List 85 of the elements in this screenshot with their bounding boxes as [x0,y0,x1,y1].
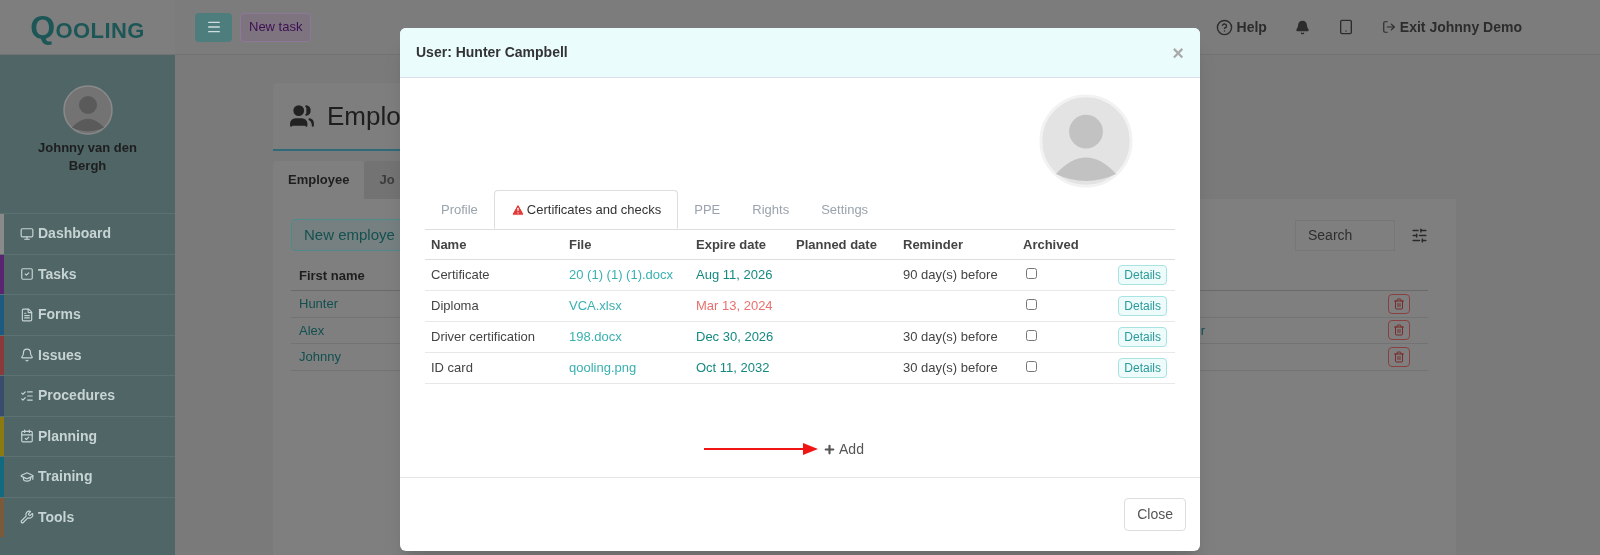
sidebar-item[interactable]: Tasks [0,253,175,294]
file-link[interactable]: VCA.xlsx [569,297,622,313]
close-dialog-button[interactable]: Close [1124,498,1186,531]
table-cell: Certificate [431,266,490,282]
column-header: Expire date [696,236,767,252]
dialog-tab[interactable]: PPE [678,190,737,229]
avatar-icon [62,85,113,135]
delete-button[interactable] [1388,346,1410,367]
archived-checkbox[interactable] [1026,329,1037,341]
file-link[interactable]: 198.docx [569,328,622,344]
monitor-icon [20,226,34,241]
list-icon [20,388,34,403]
sidebar-item[interactable]: Training [0,456,175,497]
profile-picture-icon [1039,94,1133,188]
close-button[interactable]: × [1172,42,1184,63]
trash-icon [1393,297,1405,310]
exit-demo-link[interactable]: Exit Johnny Demo [1381,16,1522,38]
details-button[interactable]: Details [1118,326,1167,347]
sidebar-item[interactable]: Issues [0,334,175,375]
page-tab[interactable]: Employee [273,161,365,199]
archived-checkbox[interactable] [1026,298,1037,310]
employee-link[interactable]: Johnny [299,347,341,367]
details-button[interactable]: Details [1118,264,1167,285]
employee-link[interactable]: Alex [299,320,325,340]
column-header: First name [299,266,365,285]
trash-icon [1393,350,1405,363]
column-header: Name [431,236,467,252]
dialog-tab[interactable]: Certificates and checks [493,190,679,229]
tablet-icon[interactable] [1337,19,1354,35]
warning-icon [510,202,525,217]
add-button[interactable]: Add [823,438,864,460]
expire-date: Oct 11, 2032 [696,359,770,375]
employee-link[interactable]: Hunter [299,294,339,314]
plus-icon [823,442,837,456]
help-link[interactable]: Help [1215,16,1267,38]
column-header: Archived [1023,236,1079,252]
column-header: File [569,236,592,252]
file-link[interactable]: 20 (1) (1) (1).docx [569,266,674,282]
document-icon [20,307,34,322]
table-cell: Driver certification [431,328,536,344]
help-icon [1215,18,1233,36]
sidebar-item[interactable]: Forms [0,294,175,335]
dialog-tab[interactable]: Profile [425,190,494,229]
sidebar-item[interactable]: Tools [0,496,175,537]
details-button[interactable]: Details [1118,295,1167,316]
bell-icon [20,348,34,363]
sidebar-item[interactable]: Dashboard [0,213,175,254]
table-cell: ID card [431,359,473,375]
trash-icon [1393,324,1405,337]
expire-date: Dec 30, 2026 [696,328,774,344]
column-header: Planned date [796,236,877,252]
sidebar-item[interactable]: Planning [0,415,175,456]
exit-icon [1381,20,1396,34]
menu-icon [205,19,222,35]
table-cell: 30 day(s) before [903,328,998,344]
search-field[interactable]: Search [1295,219,1395,251]
table-cell: 30 day(s) before [903,359,998,375]
table-cell: Diploma [431,297,479,313]
archived-checkbox[interactable] [1026,267,1037,279]
filter-icon[interactable] [1411,226,1428,244]
expire-date: Mar 13, 2024 [696,297,773,313]
dialog-tab[interactable]: Rights [736,190,806,229]
table-cell: 90 day(s) before [903,266,998,282]
dialog-tab[interactable]: Settings [805,190,885,229]
menu-button[interactable] [195,12,232,42]
expire-date: Aug 11, 2026 [696,266,773,282]
delete-button[interactable] [1388,293,1410,314]
checkbox-icon [20,267,34,282]
bell-icon[interactable] [1294,19,1310,35]
sidebar-item[interactable]: Procedures [0,375,175,416]
user-name: Johnny van den Bergh [37,139,138,175]
archived-checkbox[interactable] [1026,360,1037,372]
wrench-icon [20,510,34,525]
dialog-title: User: Hunter Campbell [416,43,569,62]
delete-button[interactable] [1388,320,1410,341]
logo: QOOLING [30,8,145,47]
new-task-button[interactable]: New task [240,12,312,42]
graduation-cap-icon [20,469,34,484]
page-title: Emplo [327,99,401,133]
calendar-icon [20,429,34,444]
column-header: Reminder [903,236,963,252]
users-icon [289,103,315,129]
file-link[interactable]: qooling.png [569,359,637,375]
details-button[interactable]: Details [1118,357,1167,378]
table-cell-text: r [1200,321,1205,340]
